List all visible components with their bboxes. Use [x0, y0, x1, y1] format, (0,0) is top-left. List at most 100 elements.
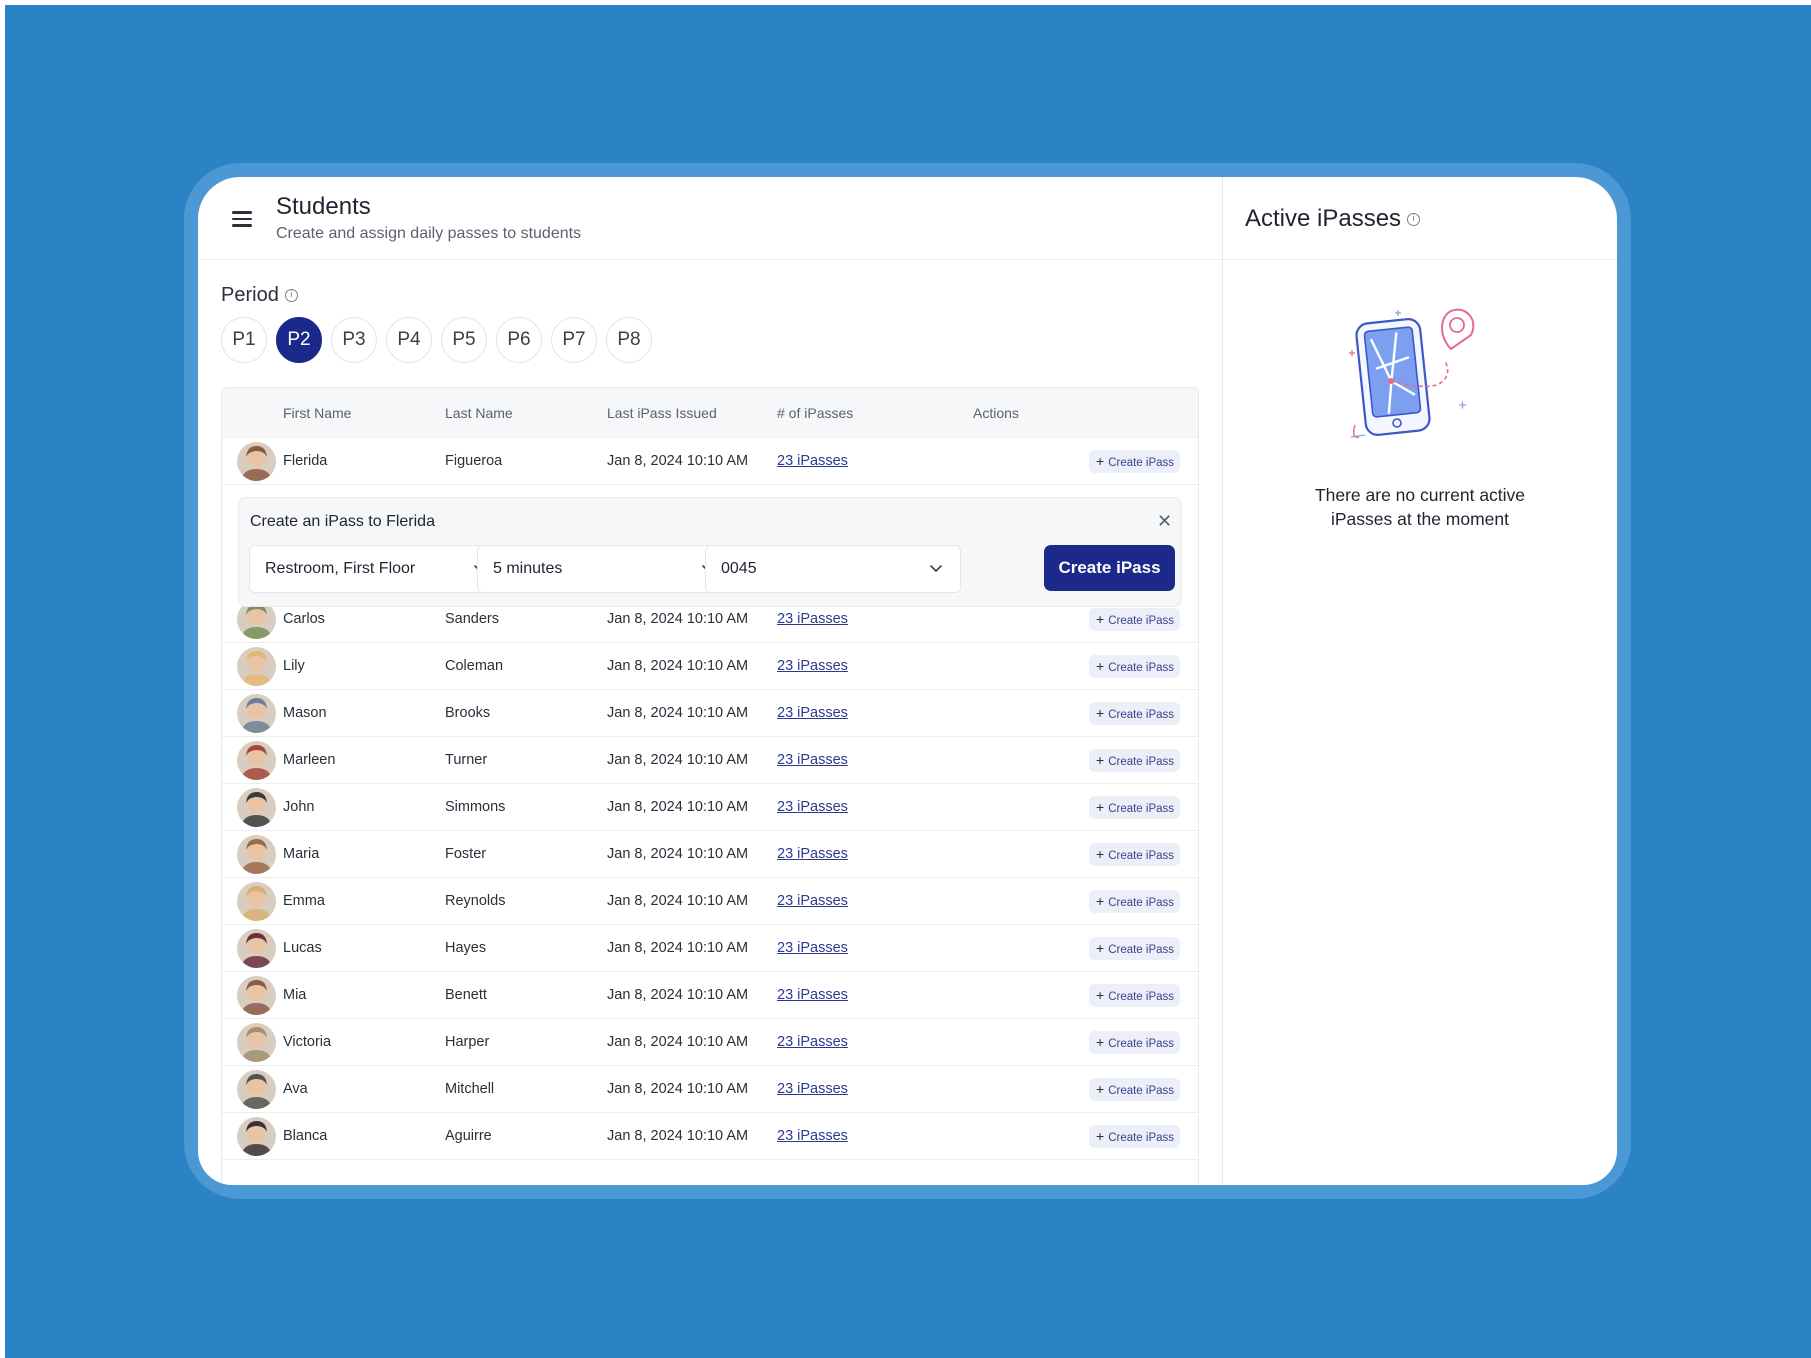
- last-name-cell: Figueroa: [445, 453, 503, 469]
- period-pill-p1[interactable]: P1: [221, 317, 267, 363]
- ipass-count-link[interactable]: 23 iPasses: [777, 705, 848, 721]
- first-name-cell: Emma: [283, 893, 325, 909]
- empty-state-phone-map-illustration: [1349, 308, 1475, 438]
- close-icon[interactable]: ✕: [1157, 511, 1172, 532]
- ipass-count-link[interactable]: 23 iPasses: [777, 846, 848, 862]
- first-name-cell: Maria: [283, 846, 320, 862]
- avatar: [237, 976, 276, 1015]
- table-row[interactable]: Lucas Hayes Jan 8, 2024 10:10 AM 23 iPasses…: [222, 925, 1198, 972]
- ipass-count-link[interactable]: 23 iPasses: [777, 940, 848, 956]
- last-issued-cell: Jan 8, 2024 10:10 AM: [607, 1034, 749, 1050]
- create-ipass-label: Create iPass: [1108, 457, 1175, 469]
- last-issued-cell: Jan 8, 2024 10:10 AM: [607, 453, 749, 469]
- create-ipass-label: Create iPass: [1108, 803, 1175, 815]
- period-pill-p3[interactable]: P3: [331, 317, 377, 363]
- location-value: Restroom, First Floor: [265, 560, 416, 577]
- ipass-count-link[interactable]: 23 iPasses: [777, 893, 848, 909]
- table-row[interactable]: John Simmons Jan 8, 2024 10:10 AM 23 iPasse…: [222, 784, 1198, 831]
- period-pill-p4[interactable]: P4: [386, 317, 432, 363]
- last-issued-cell: Jan 8, 2024 10:10 AM: [607, 611, 749, 627]
- create-ipass-button[interactable]: + Create iPass: [1089, 984, 1181, 1007]
- avatar: [237, 1070, 276, 1109]
- column-header-first-name[interactable]: First Name: [283, 405, 351, 421]
- create-ipass-button[interactable]: + Create iPass: [1089, 843, 1181, 866]
- create-ipass-button[interactable]: + Create iPass: [1089, 1125, 1181, 1148]
- plus-icon: +: [1096, 1128, 1105, 1144]
- info-icon[interactable]: i: [1407, 213, 1421, 227]
- last-name-cell: Hayes: [445, 940, 487, 956]
- info-icon[interactable]: i: [284, 289, 298, 303]
- last-name-cell: Benett: [445, 987, 487, 1003]
- create-ipass-label: Create iPass: [1108, 1132, 1175, 1144]
- create-ipass-button[interactable]: + Create iPass: [1089, 1031, 1181, 1054]
- column-header-ipass-count[interactable]: # of iPasses: [777, 405, 853, 421]
- create-ipass-button[interactable]: + Create iPass: [1089, 890, 1181, 913]
- table-row[interactable]: Mason Brooks Jan 8, 2024 10:10 AM 23 iPasse…: [222, 690, 1198, 737]
- last-name-cell: Coleman: [445, 658, 504, 674]
- last-name-cell: Brooks: [445, 705, 491, 721]
- app-screen: Students Create and assign daily passes …: [198, 177, 1617, 1185]
- table-row[interactable]: Flerida Figueroa Jan 8, 2024 10:10 AM 23 iP…: [222, 438, 1198, 485]
- duration-select[interactable]: 5 minutes: [477, 545, 733, 593]
- location-select[interactable]: Restroom, First Floor: [249, 545, 505, 593]
- period-pill-p5[interactable]: P5: [441, 317, 487, 363]
- plus-icon: +: [1096, 940, 1105, 956]
- period-pill-p6[interactable]: P6: [496, 317, 542, 363]
- last-issued-cell: Jan 8, 2024 10:10 AM: [607, 705, 749, 721]
- table-row[interactable]: Blanca Aguirre Jan 8, 2024 10:10 AM 23 iPas…: [222, 1113, 1198, 1160]
- period-pill-p7[interactable]: P7: [551, 317, 597, 363]
- create-ipass-button[interactable]: + Create iPass: [1089, 702, 1181, 725]
- create-ipass-button[interactable]: + Create iPass: [1089, 608, 1181, 631]
- avatar: [237, 741, 276, 780]
- ipass-count-link[interactable]: 23 iPasses: [777, 453, 848, 469]
- create-ipass-panel: Create an iPass to Flerida ✕ Restroom, F…: [238, 497, 1182, 607]
- period-pill-p2[interactable]: P2: [276, 317, 322, 363]
- period-pill-p8[interactable]: P8: [606, 317, 652, 363]
- create-ipass-label: Create iPass: [1108, 1038, 1175, 1050]
- table-row[interactable]: Lily Coleman Jan 8, 2024 10:10 AM 23 iPasse…: [222, 643, 1198, 690]
- table-row[interactable]: Mia Benett Jan 8, 2024 10:10 AM 23 iPasses +…: [222, 972, 1198, 1019]
- first-name-cell: Lucas: [283, 940, 322, 956]
- plus-icon: +: [1096, 752, 1105, 768]
- create-ipass-label: Create iPass: [1108, 709, 1175, 721]
- column-header-last-issued[interactable]: Last iPass Issued: [607, 405, 717, 421]
- empty-state-line-2: iPasses at the moment: [1331, 509, 1509, 529]
- table-row[interactable]: Ava Mitchell Jan 8, 2024 10:10 AM 23 iPasse…: [222, 1066, 1198, 1113]
- ipass-count-link[interactable]: 23 iPasses: [777, 1128, 848, 1144]
- ipass-count-link[interactable]: 23 iPasses: [777, 987, 848, 1003]
- last-name-cell: Harper: [445, 1034, 490, 1050]
- ipass-count-link[interactable]: 23 iPasses: [777, 658, 848, 674]
- page-header: Students Create and assign daily passes …: [198, 177, 1223, 260]
- plus-icon: +: [1096, 1081, 1105, 1097]
- ipass-count-link[interactable]: 23 iPasses: [777, 799, 848, 815]
- ipass-count-link[interactable]: 23 iPasses: [777, 1081, 848, 1097]
- room-select[interactable]: 0045: [705, 545, 961, 593]
- create-ipass-button[interactable]: + Create iPass: [1089, 450, 1181, 473]
- table-row[interactable]: Marleen Turner Jan 8, 2024 10:10 AM 23 iPas…: [222, 737, 1198, 784]
- plus-icon: +: [1096, 846, 1105, 862]
- create-ipass-button[interactable]: + Create iPass: [1089, 937, 1181, 960]
- create-ipass-button[interactable]: + Create iPass: [1089, 655, 1181, 678]
- last-name-cell: Mitchell: [445, 1081, 495, 1097]
- table-row[interactable]: Emma Reynolds Jan 8, 2024 10:10 AM 23 iPass…: [222, 878, 1198, 925]
- table-row[interactable]: Victoria Harper Jan 8, 2024 10:10 AM 23 iPa…: [222, 1019, 1198, 1066]
- create-ipass-button[interactable]: + Create iPass: [1089, 749, 1181, 772]
- create-ipass-label: Create iPass: [1108, 850, 1175, 862]
- create-ipass-label: Create iPass: [1108, 1085, 1175, 1097]
- column-header-last-name[interactable]: Last Name: [445, 405, 513, 421]
- active-ipasses-panel: Active iPasses i There are no current act…: [1223, 177, 1617, 1185]
- create-ipass-label: Create iPass: [1108, 897, 1175, 909]
- ipass-count-link[interactable]: 23 iPasses: [777, 611, 848, 627]
- duration-value: 5 minutes: [493, 560, 563, 577]
- table-row[interactable]: Maria Foster Jan 8, 2024 10:10 AM 23 iPasse…: [222, 831, 1198, 878]
- ipass-count-link[interactable]: 23 iPasses: [777, 752, 848, 768]
- hamburger-menu-icon[interactable]: [232, 211, 252, 227]
- create-ipass-button[interactable]: + Create iPass: [1089, 796, 1181, 819]
- last-issued-cell: Jan 8, 2024 10:10 AM: [607, 799, 749, 815]
- ipass-count-link[interactable]: 23 iPasses: [777, 1034, 848, 1050]
- create-ipass-button[interactable]: + Create iPass: [1089, 1078, 1181, 1101]
- last-name-cell: Foster: [445, 846, 487, 862]
- last-name-cell: Reynolds: [445, 893, 506, 909]
- create-ipass-submit-button[interactable]: Create iPass: [1044, 545, 1175, 591]
- last-issued-cell: Jan 8, 2024 10:10 AM: [607, 1128, 749, 1144]
